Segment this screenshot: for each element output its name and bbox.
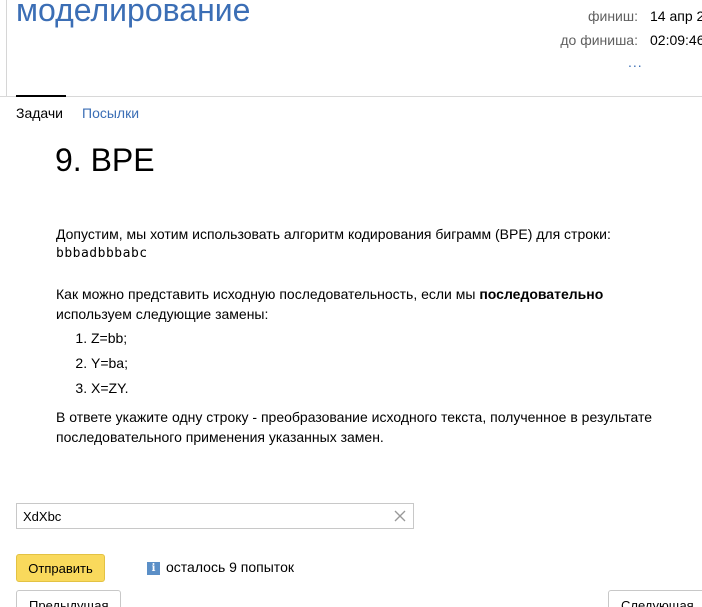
remaining-row: до финиша: 02:09:46	[482, 30, 702, 54]
sidebar-divider	[6, 0, 7, 96]
previous-problem-button[interactable]: Предыдущая	[16, 590, 121, 607]
timer-more-link[interactable]: ...	[628, 54, 643, 70]
contest-page: моделирование финиш: 14 апр 2 до финиша:…	[0, 0, 702, 607]
finish-label: финиш:	[587, 8, 638, 24]
statement-instruction: В ответе укажите одну строку - преобразо…	[56, 409, 653, 445]
problem-statement: Допустим, мы хотим использовать алгоритм…	[56, 224, 676, 447]
clear-icon[interactable]	[393, 509, 407, 523]
question-text-start: Как можно представить исходную последова…	[56, 286, 480, 302]
remaining-value: 02:09:46	[650, 32, 702, 48]
tab-problems[interactable]: Задачи	[16, 105, 63, 121]
remaining-label: до финиша:	[560, 32, 638, 48]
timer-more-row: ...	[482, 54, 702, 78]
question-text-end: используем следующие замены:	[56, 306, 269, 322]
contest-title: моделирование	[16, 0, 251, 28]
finish-value: 14 апр 2	[650, 8, 702, 24]
rule-item: Z=bb;	[91, 328, 676, 353]
finish-row: финиш: 14 апр 2	[482, 6, 702, 30]
attempts-text: осталось 9 попыток	[166, 559, 294, 575]
contest-timer: финиш: 14 апр 2 до финиша: 02:09:46 ...	[482, 6, 702, 78]
problem-title: 9. BPE	[55, 142, 155, 178]
attempts-info: i осталось 9 попыток	[147, 559, 294, 575]
input-string: bbbadbbbabc	[56, 246, 148, 261]
statement-intro: Допустим, мы хотим использовать алгоритм…	[56, 226, 611, 242]
tabs-divider	[0, 96, 702, 97]
rule-item: X=ZY.	[91, 378, 676, 403]
info-icon: i	[147, 562, 160, 575]
next-problem-button[interactable]: Следующая	[608, 590, 702, 607]
active-tab-indicator	[16, 95, 66, 97]
tab-submissions[interactable]: Посылки	[82, 105, 139, 121]
rule-item: Y=ba;	[91, 353, 676, 378]
answer-input[interactable]	[23, 507, 383, 525]
submit-button[interactable]: Отправить	[16, 554, 105, 582]
answer-field	[16, 503, 414, 529]
question-emphasis: последовательно	[479, 286, 604, 302]
statement-question: Как можно представить исходную последова…	[56, 284, 676, 324]
replacement-rules: Z=bb; Y=ba; X=ZY.	[56, 328, 676, 403]
